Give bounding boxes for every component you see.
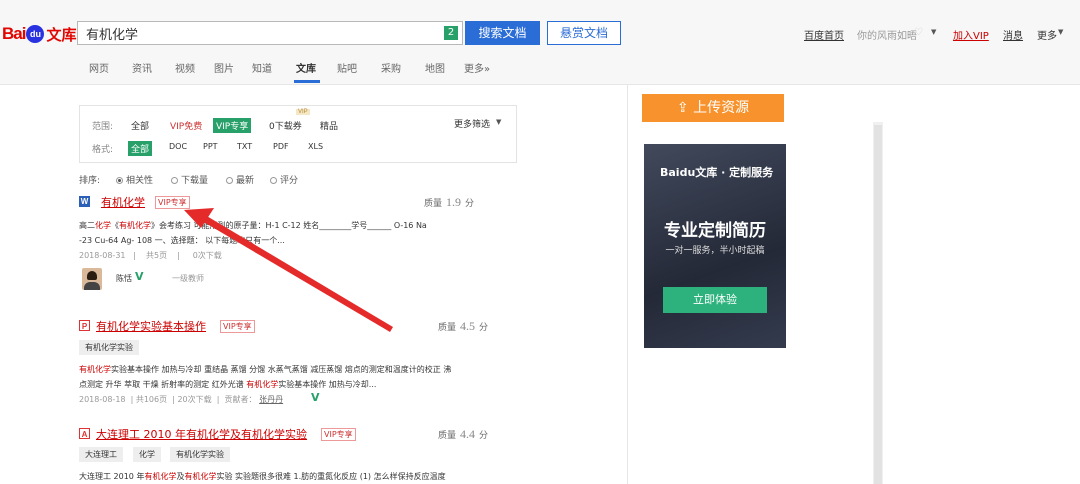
ad-try-now-button[interactable]: 立即体验 <box>663 287 767 313</box>
sidebar-divider <box>627 84 628 484</box>
upload-resource-button[interactable]: ⇪ 上传资源 <box>642 94 784 122</box>
annotation-arrow <box>184 208 393 332</box>
ad-title: 专业定制简历 <box>664 221 766 241</box>
upload-label: 上传资源 <box>693 100 750 116</box>
scrollbar-thumb[interactable] <box>874 125 882 484</box>
custom-resume-ad[interactable]: Baidu文库 · 定制服务 专业定制简历 一对一服务，半小时起稿 立即体验 <box>644 144 786 348</box>
ad-logo: Baidu文库 · 定制服务 <box>660 166 774 179</box>
ad-subtitle: 一对一服务，半小时起稿 <box>665 246 765 256</box>
upload-arrow-icon: ⇪ <box>676 100 689 116</box>
